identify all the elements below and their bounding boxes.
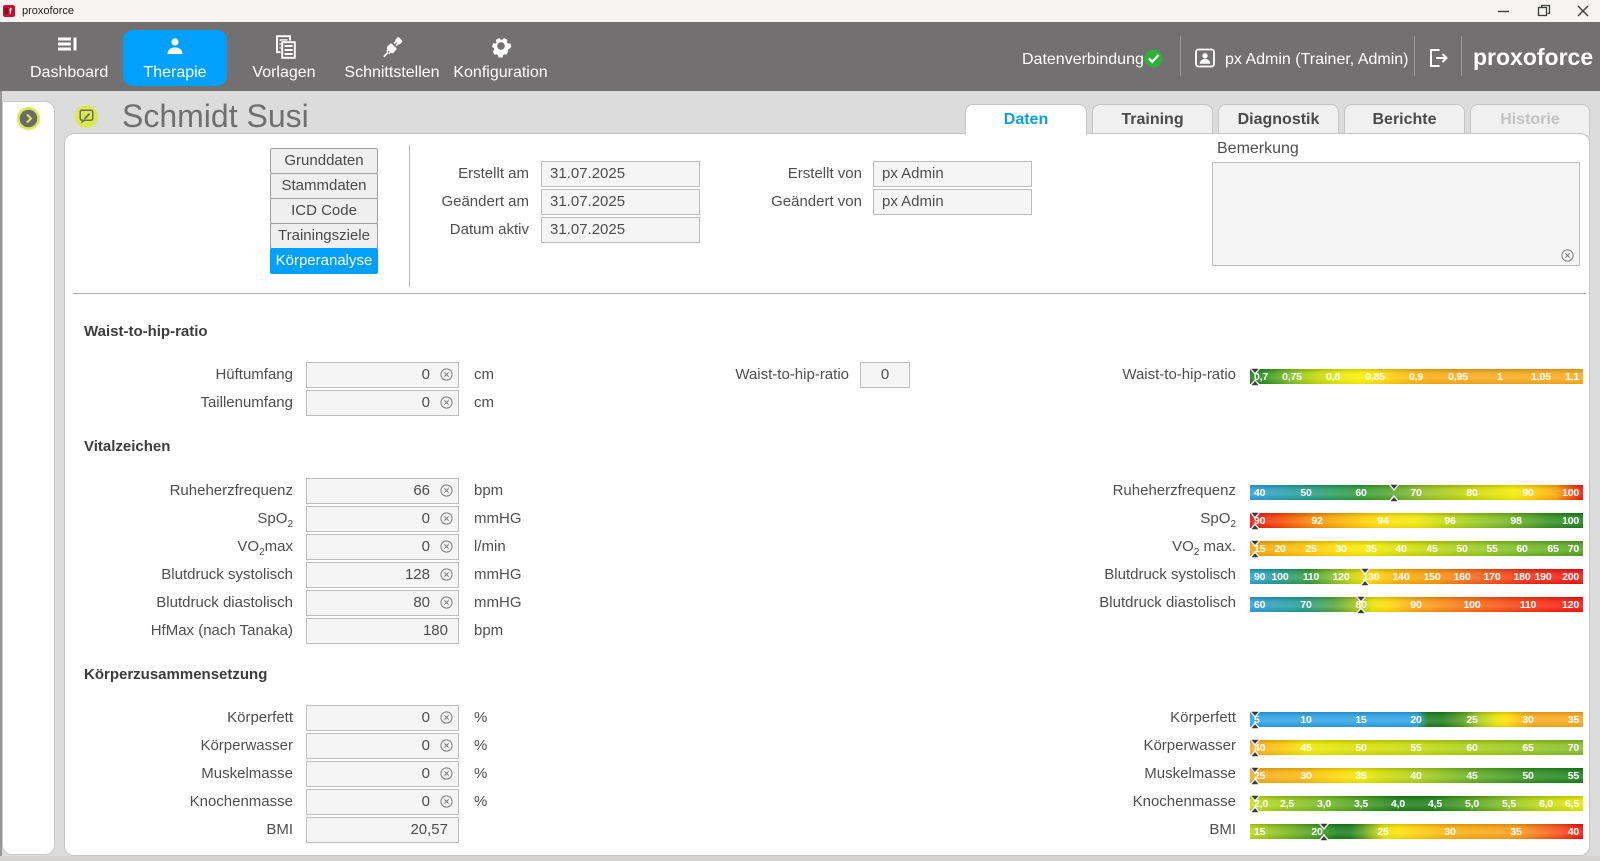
svg-text:f: f [9, 7, 12, 16]
